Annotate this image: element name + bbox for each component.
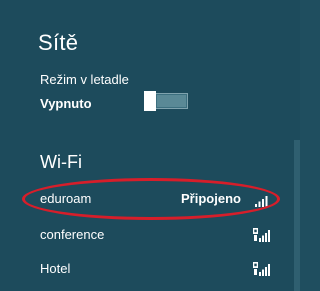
panel-title: Sítě: [38, 30, 79, 55]
network-item-eduroam[interactable]: eduroam Připojeno: [0, 186, 290, 212]
signal-bars-icon: [255, 196, 268, 207]
network-name: Hotel: [40, 261, 71, 276]
airplane-mode-toggle[interactable]: [144, 91, 188, 111]
wifi-section-title: Wi-Fi: [40, 152, 82, 172]
secured-signal-icon: [253, 262, 270, 276]
secured-signal-icon: [253, 228, 270, 242]
network-name: eduroam: [40, 191, 92, 206]
network-name: conference: [40, 227, 105, 242]
network-connection-status: Připojeno: [181, 191, 241, 206]
airplane-mode-state: Vypnuto: [40, 96, 92, 111]
network-item-hotel[interactable]: Hotel: [0, 256, 290, 282]
networks-panel: Sítě Režim v letadle Vypnuto Wi-Fi eduro…: [0, 0, 300, 291]
network-item-conference[interactable]: conference: [0, 222, 290, 248]
airplane-mode-label: Režim v letadle: [40, 72, 129, 87]
toggle-track: [157, 95, 186, 107]
scrollbar[interactable]: [294, 140, 300, 291]
toggle-thumb[interactable]: [144, 91, 156, 111]
